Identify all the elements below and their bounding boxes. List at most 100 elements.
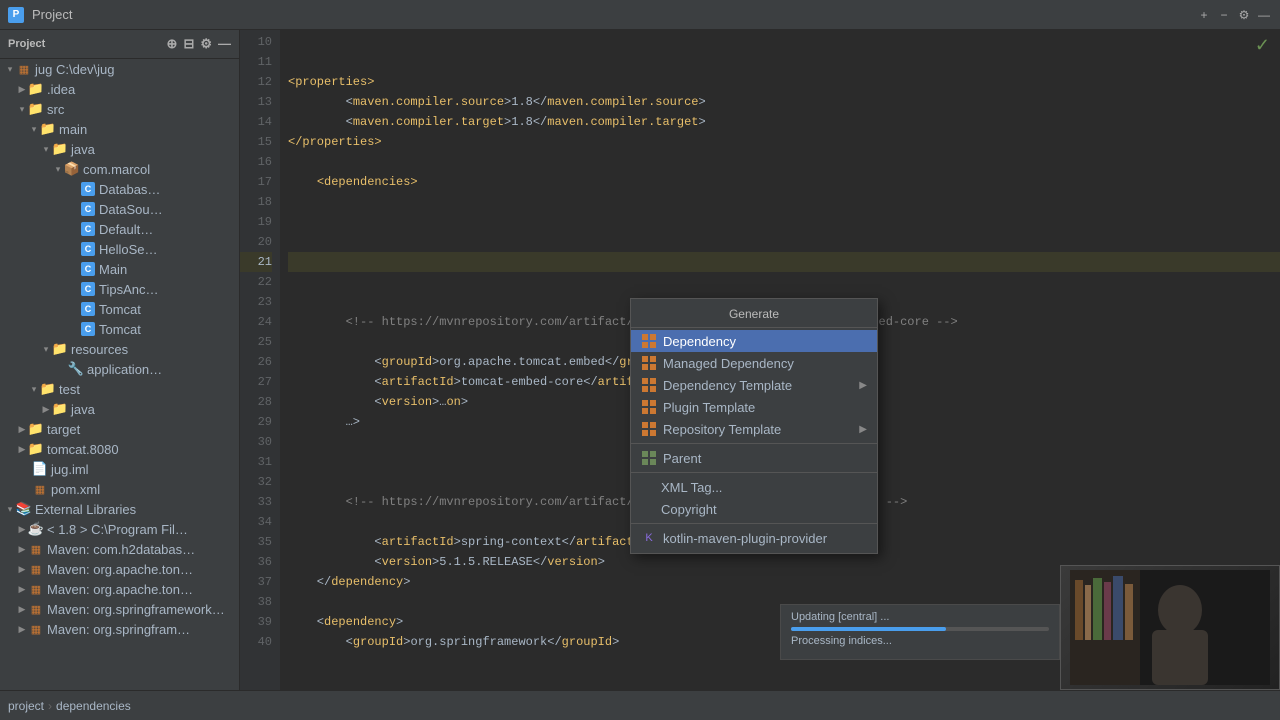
plugin-template-icon bbox=[641, 399, 657, 415]
menu-item-dependency-template[interactable]: Dependency Template ▶ bbox=[631, 374, 877, 396]
tree-label-test: test bbox=[59, 382, 80, 397]
menu-item-dependency[interactable]: Dependency bbox=[631, 330, 877, 352]
tree-class-tomcat1[interactable]: ▶ C Tomcat bbox=[0, 299, 239, 319]
sidebar-gear-icon[interactable]: ⚙ bbox=[200, 36, 212, 52]
tree-maven-spring1[interactable]: ▶ ▦ Maven: org.springframework… bbox=[0, 599, 239, 619]
sidebar-header: Project ⊕ ⊟ ⚙ — bbox=[0, 30, 239, 59]
folder-icon-test: 📁 bbox=[40, 381, 56, 397]
tree-label-iml: jug.iml bbox=[51, 462, 89, 477]
tree-class-default[interactable]: ▶ C Default… bbox=[0, 219, 239, 239]
tree-label-maven-spring2: Maven: org.springfram… bbox=[47, 622, 190, 637]
sidebar-add-icon[interactable]: ⊕ bbox=[167, 36, 178, 52]
add-button[interactable]: + bbox=[1196, 7, 1212, 23]
progress-text-1: Updating [central] ... bbox=[791, 611, 1049, 623]
line-numbers: 1011121314 1516171819 2021222324 2526272… bbox=[240, 30, 280, 690]
file-icon-iml: 📄 bbox=[32, 461, 48, 477]
tree-test-java[interactable]: ▶ 📁 java bbox=[0, 399, 239, 419]
tree-ext-libs[interactable]: ▾ 📚 External Libraries bbox=[0, 499, 239, 519]
tree-class-datasou[interactable]: ▶ C DataSou… bbox=[0, 199, 239, 219]
minimize-button[interactable]: — bbox=[1256, 7, 1272, 23]
repo-template-icon bbox=[641, 421, 657, 437]
menu-item-repository-template[interactable]: Repository Template ▶ bbox=[631, 418, 877, 440]
maven-icon-tomcat2: ▦ bbox=[28, 581, 44, 597]
tree-class-tipsanc[interactable]: ▶ C TipsAnc… bbox=[0, 279, 239, 299]
maven-icon-spring2: ▦ bbox=[28, 621, 44, 637]
tree-label-test-java: java bbox=[71, 402, 95, 417]
arrow-maven-spring2: ▶ bbox=[16, 623, 28, 635]
minus-button[interactable]: − bbox=[1216, 7, 1232, 23]
tree-tomcat-server[interactable]: ▶ 📁 tomcat.8080 bbox=[0, 439, 239, 459]
arrow-target: ▶ bbox=[16, 423, 28, 435]
maven-icon-pom: ▦ bbox=[32, 481, 48, 497]
class-icon-tipsanc: C bbox=[80, 281, 96, 297]
tree-root-jug[interactable]: ▾ ▦ jug C:\dev\jug bbox=[0, 59, 239, 79]
arrow-tomcat-server: ▶ bbox=[16, 443, 28, 455]
sidebar-collapse-icon[interactable]: ⊟ bbox=[183, 36, 194, 52]
kotlin-maven-icon: K bbox=[641, 530, 657, 546]
arrow-maven-tomcat1: ▶ bbox=[16, 563, 28, 575]
tree-main[interactable]: ▾ 📁 main bbox=[0, 119, 239, 139]
tree-label-main: main bbox=[59, 122, 87, 137]
tree-maven-tomcat2[interactable]: ▶ ▦ Maven: org.apache.ton… bbox=[0, 579, 239, 599]
arrow-src: ▾ bbox=[16, 103, 28, 115]
tree-class-hellose[interactable]: ▶ C HelloSe… bbox=[0, 239, 239, 259]
folder-icon-java: 📁 bbox=[52, 141, 68, 157]
parent-icon bbox=[641, 450, 657, 466]
main-layout: Project ⊕ ⊟ ⚙ — ▾ ▦ jug C:\dev\jug ▶ 📁 .… bbox=[0, 30, 1280, 690]
menu-item-copyright[interactable]: Copyright bbox=[631, 498, 877, 520]
code-line-18 bbox=[288, 192, 1280, 212]
tree-label-application: application… bbox=[87, 362, 162, 377]
menu-item-parent[interactable]: Parent bbox=[631, 447, 877, 469]
tree-package[interactable]: ▾ 📦 com.marcol bbox=[0, 159, 239, 179]
tree-label-src: src bbox=[47, 102, 64, 117]
maven-icon-h2: ▦ bbox=[28, 541, 44, 557]
tree-application[interactable]: ▶ 🔧 application… bbox=[0, 359, 239, 379]
tree-label-idea: .idea bbox=[47, 82, 75, 97]
tree-iml[interactable]: ▶ 📄 jug.iml bbox=[0, 459, 239, 479]
bottom-bar: project › dependencies bbox=[0, 690, 1280, 720]
menu-item-managed-dependency[interactable]: Managed Dependency bbox=[631, 352, 877, 374]
tree-label-resources: resources bbox=[71, 342, 128, 357]
menu-item-xml-tag[interactable]: XML Tag... bbox=[631, 476, 877, 498]
arrow-ext-libs: ▾ bbox=[4, 503, 16, 515]
tree-java[interactable]: ▾ 📁 java bbox=[0, 139, 239, 159]
maven-icon-spring1: ▦ bbox=[28, 601, 44, 617]
title-actions: + − ⚙ — bbox=[1196, 7, 1272, 23]
folder-icon-main: 📁 bbox=[40, 121, 56, 137]
tree-label-maven-tomcat2: Maven: org.apache.ton… bbox=[47, 582, 193, 597]
menu-separator-3 bbox=[631, 523, 877, 524]
tree-resources[interactable]: ▾ 📁 resources bbox=[0, 339, 239, 359]
class-icon-main: C bbox=[80, 261, 96, 277]
arrow-java: ▾ bbox=[40, 143, 52, 155]
tree-maven-tomcat1[interactable]: ▶ ▦ Maven: org.apache.ton… bbox=[0, 559, 239, 579]
tree-target[interactable]: ▶ 📁 target bbox=[0, 419, 239, 439]
tree-src[interactable]: ▾ 📁 src bbox=[0, 99, 239, 119]
breadcrumb: project › dependencies bbox=[8, 699, 131, 713]
tree-idea[interactable]: ▶ 📁 .idea bbox=[0, 79, 239, 99]
tree-label-datasou: DataSou… bbox=[99, 202, 163, 217]
breadcrumb-part-2: dependencies bbox=[56, 699, 131, 713]
code-line-14: <maven.compiler.target>1.8</maven.compil… bbox=[288, 112, 1280, 132]
menu-label-managed-dep: Managed Dependency bbox=[663, 356, 867, 371]
tree-class-databas[interactable]: ▶ C Databas… bbox=[0, 179, 239, 199]
menu-item-plugin-template[interactable]: Plugin Template bbox=[631, 396, 877, 418]
code-line-17: <dependencies> bbox=[288, 172, 1280, 192]
tree-maven-spring2[interactable]: ▶ ▦ Maven: org.springfram… bbox=[0, 619, 239, 639]
tree-maven-h2[interactable]: ▶ ▦ Maven: com.h2databas… bbox=[0, 539, 239, 559]
folder-icon-idea: 📁 bbox=[28, 81, 44, 97]
progress-bar-fill bbox=[791, 627, 946, 631]
sidebar-minus-icon[interactable]: — bbox=[218, 36, 231, 52]
title-text: Project bbox=[32, 7, 72, 22]
tree-test[interactable]: ▾ 📁 test bbox=[0, 379, 239, 399]
dep-template-icon bbox=[641, 377, 657, 393]
gear-button[interactable]: ⚙ bbox=[1236, 7, 1252, 23]
tree-class-main[interactable]: ▶ C Main bbox=[0, 259, 239, 279]
tree-class-tomcat2[interactable]: ▶ C Tomcat bbox=[0, 319, 239, 339]
class-icon-default: C bbox=[80, 221, 96, 237]
breadcrumb-part-1: project bbox=[8, 699, 44, 713]
tree-label-tipsanc: TipsAnc… bbox=[99, 282, 158, 297]
tree-pom[interactable]: ▶ ▦ pom.xml bbox=[0, 479, 239, 499]
tree-jdk[interactable]: ▶ ☕ < 1.8 > C:\Program Fil… bbox=[0, 519, 239, 539]
managed-dep-icon bbox=[641, 355, 657, 371]
menu-item-kotlin[interactable]: K kotlin-maven-plugin-provider bbox=[631, 527, 877, 549]
